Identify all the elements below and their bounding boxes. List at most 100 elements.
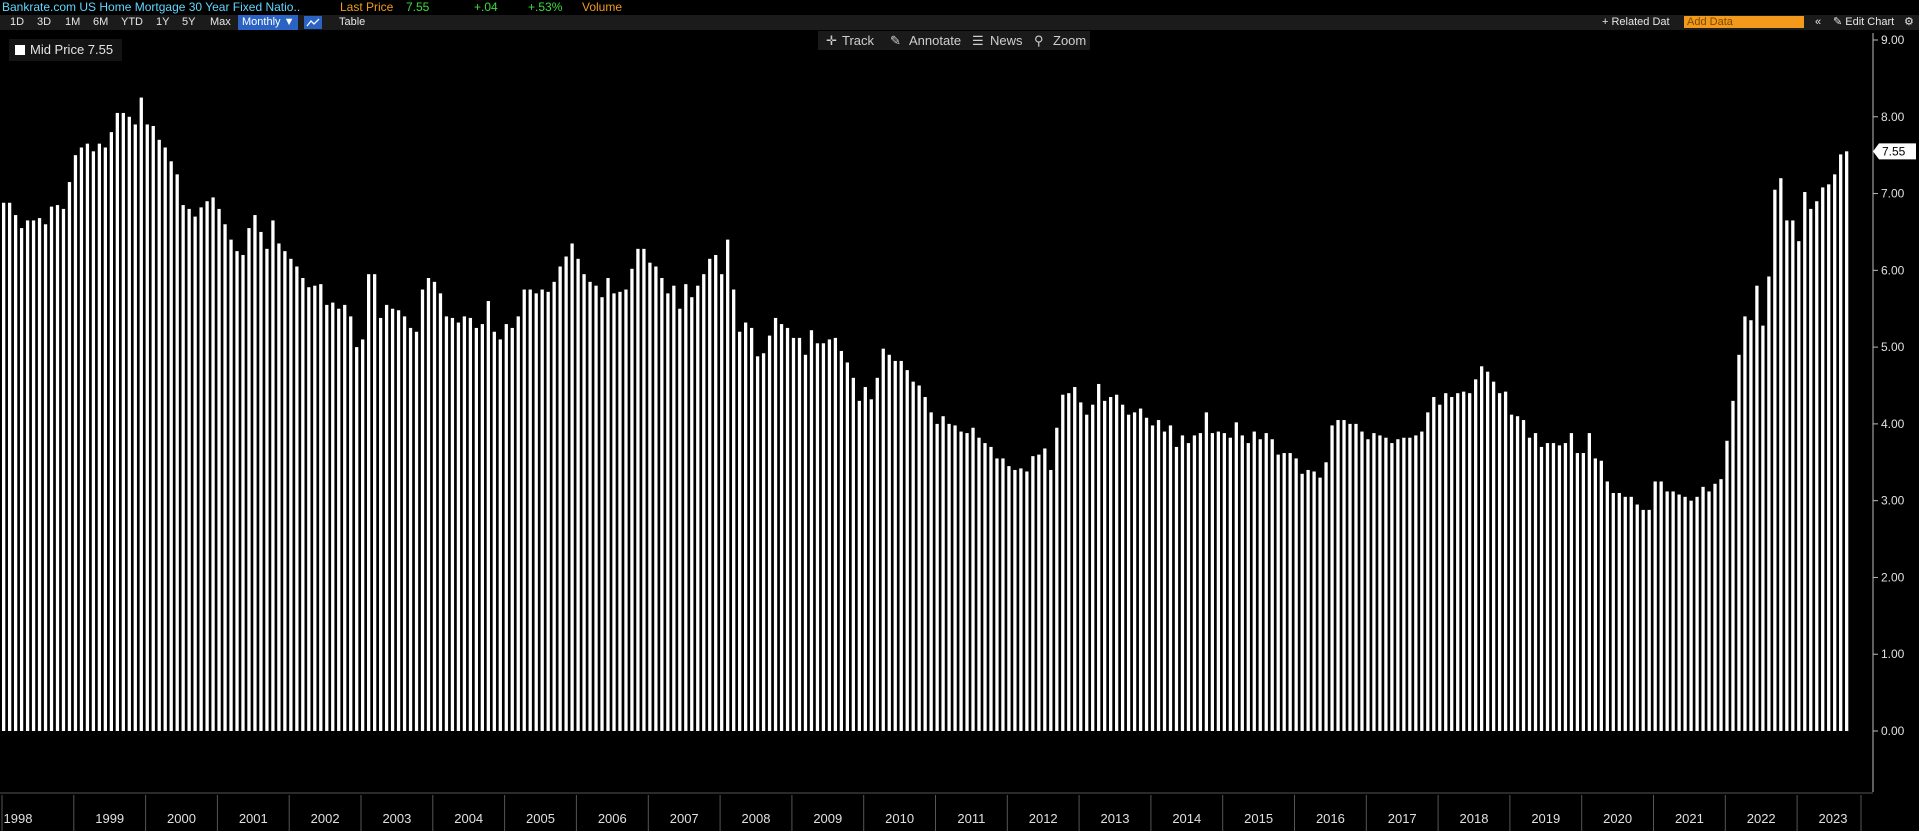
x-tick-label: 2009 xyxy=(813,811,842,826)
bar xyxy=(1468,393,1472,731)
bar xyxy=(1300,473,1304,731)
bar xyxy=(1360,431,1364,731)
bar xyxy=(1294,458,1298,731)
bar xyxy=(414,331,419,731)
mortgage-rate-chart[interactable]: 0.00 1.00 2.00 3.00 4.00 5.00 6.00 7.00 8.00 9.00… xyxy=(0,0,1919,831)
bar xyxy=(420,289,425,731)
bar xyxy=(899,360,903,731)
bar xyxy=(1719,479,1723,731)
bar xyxy=(875,377,879,731)
bar xyxy=(755,356,760,731)
bar xyxy=(37,218,42,731)
bar xyxy=(109,132,113,731)
bar xyxy=(217,208,221,731)
bar xyxy=(468,317,473,731)
bar xyxy=(1581,453,1586,731)
bar xyxy=(277,243,281,731)
bar xyxy=(1767,276,1771,731)
bar xyxy=(1569,433,1574,731)
bar xyxy=(696,285,700,731)
bar xyxy=(1653,481,1657,731)
bar xyxy=(1067,393,1071,731)
bar xyxy=(390,308,395,731)
bar xyxy=(450,317,455,731)
bar xyxy=(474,327,479,731)
bar xyxy=(1001,458,1005,731)
x-tick-label: 2021 xyxy=(1675,811,1704,826)
bar xyxy=(1695,496,1699,731)
bar xyxy=(636,248,640,731)
bar xyxy=(1336,420,1340,731)
bar xyxy=(1617,492,1621,731)
bar xyxy=(289,258,293,731)
bar xyxy=(1647,509,1651,731)
bar xyxy=(163,147,167,732)
bar xyxy=(253,215,257,732)
bar xyxy=(1270,439,1274,731)
bar xyxy=(1264,433,1268,731)
bar xyxy=(558,266,562,731)
bar xyxy=(1444,393,1448,731)
y-tick-label: 3.00 xyxy=(1881,494,1905,508)
bar xyxy=(1198,433,1203,731)
x-tick-label: 2022 xyxy=(1747,811,1776,826)
legend[interactable]: Mid Price 7.55 xyxy=(9,39,122,61)
bar xyxy=(187,208,191,731)
bar xyxy=(995,458,999,731)
bar xyxy=(492,331,496,731)
bar xyxy=(522,289,526,731)
bar xyxy=(654,266,658,731)
bar xyxy=(1521,420,1526,731)
bar xyxy=(1605,481,1609,731)
bar xyxy=(1845,151,1849,731)
bar xyxy=(121,112,125,731)
bar xyxy=(1827,184,1831,732)
bar xyxy=(1701,486,1705,731)
bar xyxy=(1462,391,1466,731)
bar xyxy=(1312,471,1316,731)
bar xyxy=(181,205,185,731)
bar xyxy=(1079,402,1083,731)
bar xyxy=(444,316,449,731)
bar xyxy=(1318,477,1322,731)
x-tick-label: 2007 xyxy=(670,811,699,826)
bar xyxy=(1013,469,1017,731)
bar xyxy=(1491,381,1496,731)
y-tick-label: 4.00 xyxy=(1881,417,1905,431)
bar xyxy=(1246,443,1250,731)
bar xyxy=(1683,496,1687,731)
bar xyxy=(1414,435,1418,731)
bar xyxy=(1228,437,1232,731)
bar xyxy=(827,339,832,731)
bar xyxy=(1055,427,1059,731)
bar xyxy=(1761,325,1765,731)
bar xyxy=(1707,491,1711,731)
bar xyxy=(1599,460,1603,731)
bar xyxy=(1474,379,1478,731)
bar xyxy=(1049,469,1053,731)
bar xyxy=(438,293,443,731)
bar xyxy=(193,216,197,732)
bar xyxy=(79,147,84,732)
x-tick-label: 2004 xyxy=(454,811,483,826)
bar xyxy=(1809,208,1813,731)
bar xyxy=(845,362,850,731)
bar xyxy=(1138,408,1143,731)
bar xyxy=(642,248,646,731)
bar xyxy=(1563,443,1568,731)
bar xyxy=(1426,412,1430,731)
bar xyxy=(1288,453,1292,731)
bar xyxy=(947,423,951,731)
bar xyxy=(1031,456,1035,731)
bar xyxy=(1330,425,1334,731)
x-tick-label: 2019 xyxy=(1531,811,1560,826)
y-tick-label: 6.00 xyxy=(1881,263,1905,277)
bar xyxy=(85,143,90,731)
bar xyxy=(1324,462,1328,731)
bar xyxy=(678,308,682,731)
bar xyxy=(1527,437,1532,731)
bar xyxy=(319,284,323,731)
bar xyxy=(1144,417,1149,731)
bar xyxy=(821,343,826,731)
bar xyxy=(534,293,538,731)
